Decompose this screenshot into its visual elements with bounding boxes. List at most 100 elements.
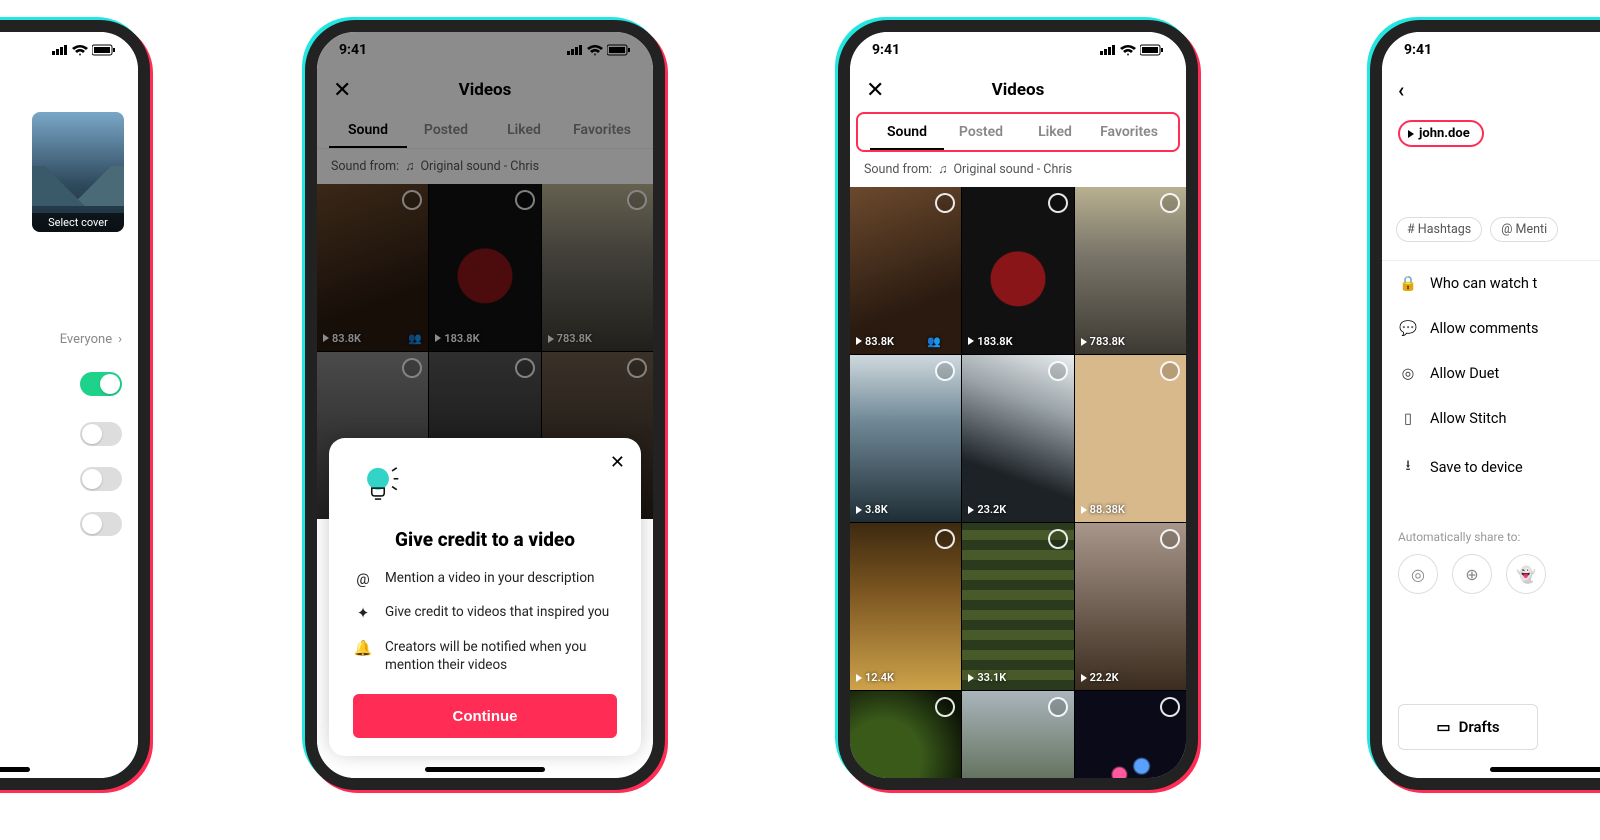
post-settings: 🔒Who can watch t 💬Allow comments ◎Allow …: [1382, 260, 1600, 494]
sound-name: Original sound - Chris: [953, 162, 1072, 177]
tab-posted[interactable]: Posted: [944, 114, 1018, 150]
video-thumb[interactable]: 3.8K: [850, 355, 961, 522]
share-row: ◎ ⊕ 👻: [1382, 554, 1600, 594]
back-icon[interactable]: ‹: [1398, 78, 1404, 102]
cover-selector[interactable]: Select cover: [32, 112, 124, 232]
select-circle-icon[interactable]: [1160, 193, 1180, 213]
share-label: Automatically share to:: [1398, 530, 1600, 544]
download-icon: ⭳: [1398, 455, 1418, 480]
play-icon: [1081, 338, 1087, 346]
page-title: Videos: [992, 80, 1045, 100]
home-indicator: [425, 767, 545, 772]
video-thumb[interactable]: 83.8K👥: [850, 187, 961, 354]
select-circle-icon[interactable]: [1048, 361, 1068, 381]
toggle-save[interactable]: [80, 512, 122, 536]
video-thumb[interactable]: [1075, 691, 1186, 778]
play-icon: [968, 674, 974, 682]
comment-icon: 💬: [1398, 320, 1418, 337]
video-thumb[interactable]: [962, 691, 1073, 778]
close-icon[interactable]: ✕: [866, 78, 884, 103]
row-stitch[interactable]: ▯Allow Stitch: [1382, 396, 1600, 441]
tab-favorites[interactable]: Favorites: [1092, 114, 1166, 150]
people-icon: 👥: [927, 335, 941, 348]
bell-icon: 🔔: [353, 638, 373, 674]
close-icon[interactable]: ✕: [610, 452, 625, 473]
sparkle-icon: ✦: [353, 603, 373, 623]
play-icon: [856, 674, 862, 682]
select-circle-icon[interactable]: [1160, 529, 1180, 549]
drafts-label: Drafts: [1459, 718, 1500, 736]
status-icons: [52, 44, 116, 56]
privacy-value: Everyone: [60, 332, 112, 347]
privacy-row[interactable]: Everyone ›: [60, 332, 122, 347]
play-icon: [856, 506, 862, 514]
toggle-comments[interactable]: [80, 372, 122, 396]
video-grid: 83.8K👥 183.8K 783.8K 3.8K 23.2K 88.38K 1…: [850, 187, 1186, 778]
drafts-icon: ▭: [1436, 718, 1450, 736]
video-thumb[interactable]: 183.8K: [962, 187, 1073, 354]
video-thumb[interactable]: 22.2K: [1075, 523, 1186, 690]
select-circle-icon[interactable]: [935, 361, 955, 381]
row-duet[interactable]: ◎Allow Duet: [1382, 351, 1600, 396]
select-circle-icon[interactable]: [1048, 697, 1068, 717]
music-note-icon: ♫: [938, 162, 947, 177]
sheet-point: Give credit to videos that inspired you: [385, 603, 609, 623]
status-bar: 9:41: [850, 32, 1186, 68]
tab-liked[interactable]: Liked: [1018, 114, 1092, 150]
sheet-point: Mention a video in your description: [385, 569, 594, 589]
chevron-right-icon: ›: [118, 332, 122, 347]
play-icon: [968, 506, 974, 514]
cover-label: Select cover: [32, 213, 124, 232]
share-snapchat[interactable]: 👻: [1506, 554, 1546, 594]
header: ‹: [1382, 68, 1600, 112]
play-icon: [856, 337, 862, 345]
status-time: 9:41: [872, 42, 900, 58]
home-indicator: [0, 767, 30, 772]
video-thumb[interactable]: 33.1K: [962, 523, 1073, 690]
video-thumb[interactable]: 23.2K: [962, 355, 1073, 522]
select-circle-icon[interactable]: [1048, 193, 1068, 213]
play-icon: [968, 337, 974, 345]
continue-button[interactable]: Continue: [353, 694, 617, 738]
share-stories[interactable]: ⊕: [1452, 554, 1492, 594]
toggle-duet[interactable]: [80, 422, 122, 446]
video-thumb[interactable]: 12.4K: [850, 523, 961, 690]
hashtags-chip[interactable]: # Hashtags: [1396, 217, 1482, 242]
select-circle-icon[interactable]: [935, 697, 955, 717]
sound-source: Sound from: ♫ Original sound - Chris: [850, 152, 1186, 187]
row-privacy[interactable]: 🔒Who can watch t: [1382, 261, 1600, 306]
toggle-stitch[interactable]: [80, 467, 122, 491]
select-circle-icon[interactable]: [1160, 361, 1180, 381]
select-circle-icon[interactable]: [1160, 697, 1180, 717]
select-circle-icon[interactable]: [935, 193, 955, 213]
select-circle-icon[interactable]: [935, 529, 955, 549]
select-circle-icon[interactable]: [1048, 529, 1068, 549]
row-comments[interactable]: 💬Allow comments: [1382, 306, 1600, 351]
header: ✕ Videos: [850, 68, 1186, 112]
status-time: 9:41: [1404, 42, 1432, 58]
mentions-chip[interactable]: @ Menti: [1490, 217, 1558, 242]
sheet-point: Creators will be notified when you menti…: [385, 638, 617, 674]
credited-user-name: john.doe: [1419, 126, 1470, 141]
play-icon: [1081, 674, 1087, 682]
video-thumb[interactable]: [850, 691, 961, 778]
tabs-highlight: Sound Posted Liked Favorites: [856, 112, 1180, 152]
video-thumb[interactable]: 783.8K: [1075, 187, 1186, 354]
video-thumb[interactable]: 88.38K: [1075, 355, 1186, 522]
lightbulb-icon: [353, 460, 403, 510]
row-save[interactable]: ⭳Save to device: [1382, 441, 1600, 494]
play-icon: [1408, 130, 1414, 138]
sheet-title: Give credit to a video: [353, 528, 617, 551]
drafts-button[interactable]: ▭ Drafts: [1398, 704, 1538, 750]
tab-sound[interactable]: Sound: [870, 114, 944, 150]
lock-icon: 🔒: [1398, 275, 1418, 292]
stitch-icon: ▯: [1398, 410, 1418, 427]
share-instagram[interactable]: ◎: [1398, 554, 1438, 594]
credit-sheet: ✕ Give credit to a video @ Mention a vide…: [329, 438, 641, 756]
status-bar: 9:41: [0, 32, 138, 68]
status-bar: 9:41: [1382, 32, 1600, 68]
credited-user-chip[interactable]: john.doe: [1398, 120, 1484, 147]
status-icons: [1100, 44, 1164, 56]
play-icon: [1081, 506, 1087, 514]
at-icon: @: [353, 569, 373, 589]
